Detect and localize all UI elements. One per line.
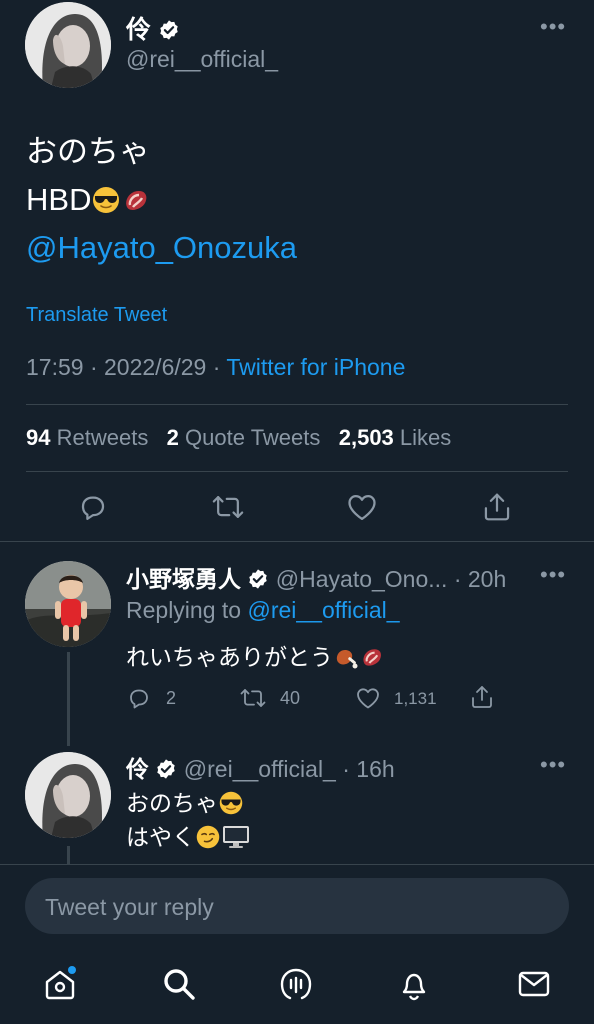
reply-input[interactable]: Tweet your reply: [25, 878, 569, 934]
main-tweet-author-handle[interactable]: @rei__official_: [126, 46, 278, 73]
divider: [0, 864, 594, 865]
thread-connector: [67, 652, 70, 746]
notifications-icon[interactable]: [396, 966, 432, 1002]
reply2-author-handle[interactable]: @rei__official_: [184, 756, 336, 782]
share-icon[interactable]: [470, 684, 494, 710]
reply2-avatar[interactable]: [25, 752, 111, 838]
like-icon[interactable]: [356, 687, 380, 709]
desktop-computer-emoji-icon: [221, 824, 249, 850]
reply-icon[interactable]: [127, 686, 151, 710]
main-tweet-avatar[interactable]: [25, 2, 111, 88]
retweets-stat[interactable]: 94 Retweets: [26, 425, 148, 450]
reply1-reply-count: 2: [166, 688, 177, 708]
sunglasses-emoji-icon: [91, 181, 121, 213]
divider: [0, 541, 594, 542]
sunglasses-emoji-icon: [218, 790, 244, 816]
steak-emoji-icon: [359, 644, 385, 670]
smirk-emoji-icon: [195, 824, 221, 850]
tweet-time: 17:59: [26, 354, 84, 380]
reply-input-placeholder: Tweet your reply: [45, 894, 214, 920]
reply1-author-name[interactable]: 小野塚勇人: [126, 566, 241, 592]
share-icon[interactable]: [482, 491, 512, 523]
reply2-text-line2: はやく: [126, 824, 195, 850]
mention-link[interactable]: @Hayato_Onozuka: [26, 224, 297, 272]
reply1-author-handle[interactable]: @Hayato_Ono...: [276, 566, 448, 592]
messages-icon[interactable]: [516, 966, 552, 1002]
more-options-button[interactable]: •••: [540, 14, 566, 40]
replying-to-link[interactable]: @rei__official_: [247, 597, 399, 623]
replying-to-label: Replying to: [126, 597, 242, 623]
like-icon[interactable]: [347, 493, 377, 521]
reply2-author-name[interactable]: 伶: [126, 756, 149, 782]
translate-tweet-link[interactable]: Translate Tweet: [26, 304, 167, 327]
reply2-age: · 16h: [342, 756, 395, 782]
retweet-icon[interactable]: [240, 686, 266, 710]
steak-emoji-icon: [121, 181, 151, 211]
reply1-retweet-count: 40: [280, 688, 301, 708]
verified-icon: [247, 568, 269, 590]
reply1-text: れいちゃありがとう: [126, 644, 333, 670]
home-icon[interactable]: [42, 966, 78, 1002]
reply2-text-line1: おのちゃ: [126, 790, 218, 816]
separator: ·: [212, 354, 221, 380]
meat-on-bone-emoji-icon: [333, 644, 359, 670]
reply2-more-button[interactable]: •••: [540, 752, 566, 778]
tweet-source-link[interactable]: Twitter for iPhone: [226, 354, 405, 380]
quote-tweets-stat[interactable]: 2 Quote Tweets: [167, 425, 321, 450]
tweet-date: 2022/6/29: [104, 354, 207, 380]
spaces-icon[interactable]: [278, 966, 314, 1002]
reply1-age: · 20h: [453, 566, 507, 592]
main-tweet-text-line1: おのちゃ: [26, 134, 150, 169]
verified-icon: [158, 19, 180, 41]
thread-connector: [67, 846, 70, 864]
separator: ·: [89, 354, 98, 380]
reply1-like-count: 1,131: [394, 689, 437, 708]
verified-icon: [155, 758, 177, 780]
reply-icon[interactable]: [78, 492, 108, 522]
main-tweet-text-line2: HBD: [26, 182, 92, 217]
reply1-avatar[interactable]: [25, 561, 111, 647]
likes-stat[interactable]: 2,503 Likes: [339, 425, 452, 450]
divider: [26, 404, 568, 405]
reply1-more-button[interactable]: •••: [540, 562, 566, 588]
retweet-icon[interactable]: [212, 492, 244, 522]
divider: [26, 471, 568, 472]
search-icon[interactable]: [161, 966, 197, 1002]
main-tweet-author-name[interactable]: 伶: [126, 16, 151, 44]
